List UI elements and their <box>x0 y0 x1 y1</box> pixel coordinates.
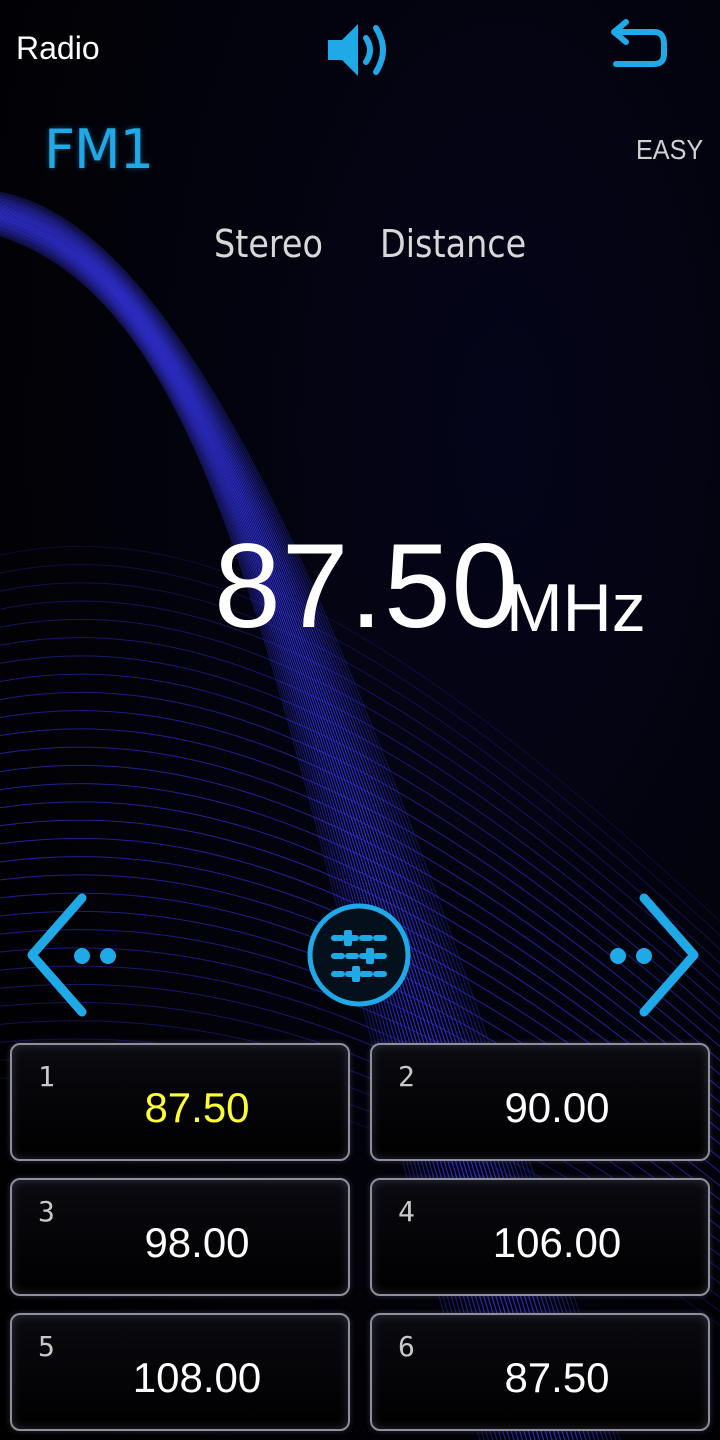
preset-button-2[interactable]: 2 90.00 <box>370 1043 710 1161</box>
seek-prev-button[interactable] <box>20 890 130 1020</box>
frequency-unit: MHz <box>506 570 646 646</box>
preset-frequency: 87.50 <box>504 1354 610 1401</box>
preset-frequency: 108.00 <box>132 1354 262 1401</box>
preset-frequency: 90.00 <box>504 1084 610 1131</box>
sliders-icon <box>307 903 411 1007</box>
back-icon <box>611 19 667 67</box>
back-button[interactable] <box>606 16 672 72</box>
distance-indicator: Distance <box>380 222 527 266</box>
frequency-display: 87.50 <box>214 519 520 653</box>
chevron-right-icon <box>610 893 699 1017</box>
stereo-indicator: Stereo <box>214 222 323 266</box>
volume-icon <box>328 24 386 76</box>
preset-button-6[interactable]: 6 87.50 <box>370 1313 710 1431</box>
radio-screen: Radio FM1 EASY Stereo Distance 87.50 MHz <box>0 0 720 1440</box>
preset-button-5[interactable]: 5 108.00 <box>10 1313 350 1431</box>
preset-frequency: 98.00 <box>144 1219 250 1266</box>
mode-label[interactable]: EASY <box>636 132 703 168</box>
preset-button-1[interactable]: 1 87.50 <box>10 1043 350 1161</box>
band-label[interactable]: FM1 <box>44 112 154 188</box>
preset-frequency: 106.00 <box>492 1219 622 1266</box>
chevron-left-icon <box>27 893 116 1017</box>
seek-next-button[interactable] <box>596 890 706 1020</box>
preset-button-3[interactable]: 3 98.00 <box>10 1178 350 1296</box>
tuner-settings-button[interactable] <box>304 900 414 1010</box>
volume-button[interactable] <box>324 16 396 84</box>
preset-frequency: 87.50 <box>144 1084 250 1131</box>
app-title: Radio <box>16 30 100 66</box>
preset-button-4[interactable]: 4 106.00 <box>370 1178 710 1296</box>
